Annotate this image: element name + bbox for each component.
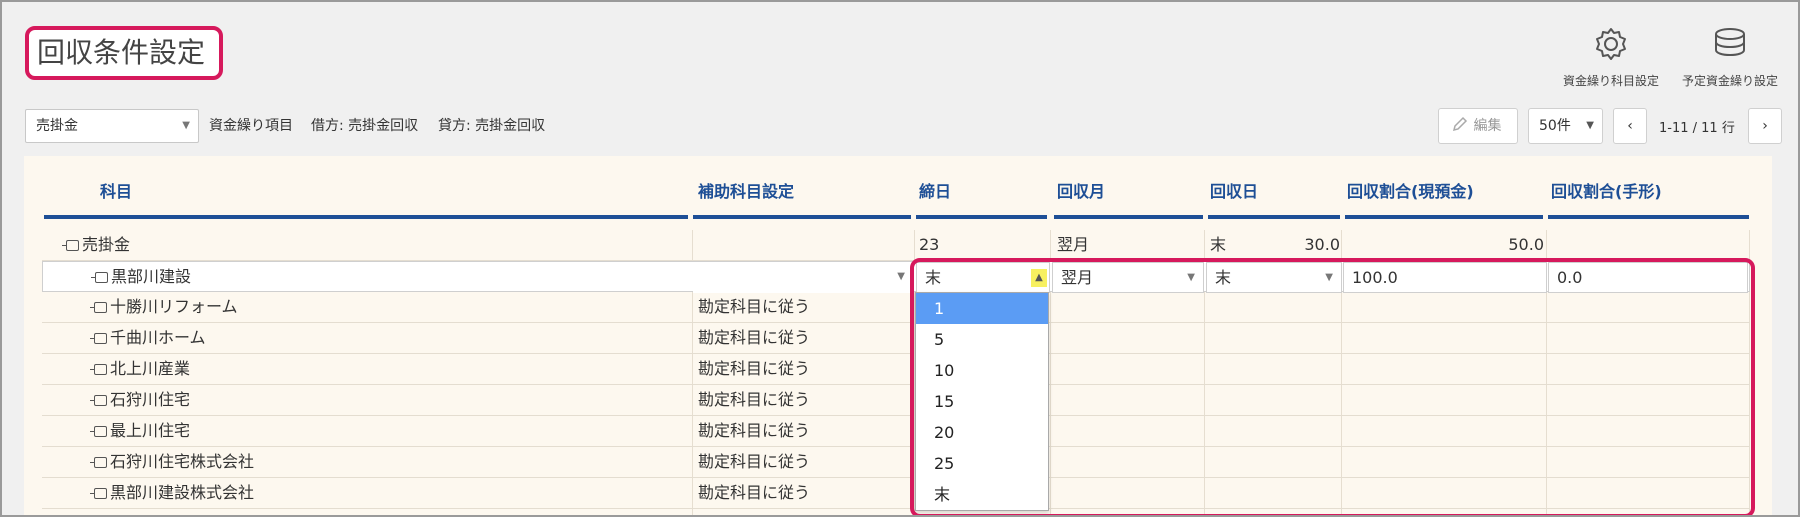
collection-month-select[interactable]: 翌月 ▼: [1052, 262, 1204, 293]
cf-item-settings-label: 資金繰り科目設定: [1562, 74, 1659, 88]
account-cell: 石狩川住宅: [90, 385, 190, 416]
sub-account-select[interactable]: ▼: [693, 262, 913, 293]
edit-button[interactable]: 編集: [1438, 108, 1518, 144]
app-window: 回収条件設定 資金繰り科目設定 予定資金繰り設定 売掛金 ▼ 資金繰り項目 借方…: [0, 0, 1800, 517]
account-select[interactable]: 売掛金 ▼: [25, 109, 199, 143]
tree-leaf-icon: [90, 488, 107, 499]
sub-account-cell: 勘定科目に従う: [698, 328, 811, 347]
col-header-sub-account[interactable]: 補助科目設定: [698, 178, 794, 202]
per-page-value: 50件: [1539, 118, 1571, 134]
table-row[interactable]: 北上川産業 勘定科目に従う: [42, 354, 1750, 385]
dropdown-option[interactable]: 1: [916, 293, 1048, 324]
page-title: 回収条件設定: [25, 26, 223, 80]
col-header-closing-day[interactable]: 締日: [919, 178, 951, 202]
planned-cf-settings-button[interactable]: 予定資金繰り設定: [1675, 26, 1785, 89]
tree-leaf-icon: [90, 302, 107, 313]
account-cell: 北上川産業: [90, 354, 190, 385]
prev-page-button[interactable]: ‹: [1613, 108, 1647, 144]
tree-node-icon: [62, 240, 79, 251]
sub-account-cell: 勘定科目に従う: [698, 452, 811, 471]
sub-account-cell: 勘定科目に従う: [698, 390, 811, 409]
col-header-account[interactable]: 科目: [100, 178, 132, 202]
tree-leaf-icon: [90, 457, 107, 468]
cash-ratio-cell: 30.0: [1304, 235, 1340, 254]
sub-account-cell: 勘定科目に従う: [698, 359, 811, 378]
table-row[interactable]: 千曲川ホーム 勘定科目に従う: [42, 323, 1750, 354]
edit-label: 編集: [1473, 118, 1502, 134]
chevron-down-icon: ▼: [182, 120, 190, 131]
header-underline: [1345, 215, 1543, 219]
table-row[interactable]: 十勝川リフォーム 勘定科目に従う: [42, 292, 1750, 323]
next-page-button[interactable]: ›: [1748, 108, 1782, 144]
account-cell: 黒部川建設株式会社: [90, 478, 254, 509]
dropdown-option[interactable]: 20: [916, 417, 1048, 448]
tree-leaf-icon: [90, 426, 107, 437]
sub-account-cell: 勘定科目に従う: [698, 483, 811, 502]
closing-day-select[interactable]: 末 ▲: [916, 262, 1050, 293]
account-select-value: 売掛金: [36, 118, 78, 134]
chevron-right-icon: ›: [1762, 118, 1768, 134]
table-row[interactable]: 石狩川住宅 勘定科目に従う: [42, 385, 1750, 416]
table-row[interactable]: 売掛金 23 翌月 末 30.0 50.0: [42, 230, 1750, 261]
table-row[interactable]: 石狩川住宅株式会社 勘定科目に従う: [42, 447, 1750, 478]
bill-ratio-input[interactable]: 0.0: [1548, 262, 1748, 293]
header-underline: [693, 215, 911, 219]
cf-item-settings-button[interactable]: 資金繰り科目設定: [1556, 26, 1666, 89]
debit-info: 借方: 売掛金回収: [311, 118, 419, 134]
account-cell: 黒部川建設: [91, 262, 191, 293]
chevron-left-icon: ‹: [1627, 118, 1633, 134]
header-underline: [1208, 215, 1340, 219]
dropdown-option[interactable]: 15: [916, 386, 1048, 417]
account-cell: 最上川住宅: [90, 416, 190, 447]
cf-item-label: 資金繰り項目: [209, 118, 293, 134]
header-underline: [1548, 215, 1749, 219]
dropdown-option[interactable]: 5: [916, 324, 1048, 355]
chevron-down-icon: ▼: [1586, 120, 1594, 131]
sub-account-cell: 勘定科目に従う: [698, 421, 811, 440]
table-row[interactable]: 黒部川建設株式会社 勘定科目に従う: [42, 478, 1750, 509]
account-cell: 千曲川ホーム: [90, 323, 206, 354]
tree-leaf-icon: [90, 364, 107, 375]
col-header-collection-day[interactable]: 回収日: [1210, 178, 1258, 202]
per-page-select[interactable]: 50件 ▼: [1528, 108, 1603, 144]
cash-ratio-input[interactable]: 100.0: [1343, 262, 1547, 293]
table-row[interactable]: 最上川住宅 勘定科目に従う: [42, 416, 1750, 447]
dropdown-option[interactable]: 10: [916, 355, 1048, 386]
bill-ratio-cell: 50.0: [1508, 235, 1544, 254]
dropdown-option[interactable]: 25: [916, 448, 1048, 479]
pencil-icon: [1452, 116, 1468, 132]
chevron-down-icon: ▼: [897, 271, 905, 282]
tree-leaf-icon: [91, 272, 108, 283]
planned-cf-settings-label: 予定資金繰り設定: [1681, 74, 1778, 88]
account-cell: 十勝川リフォーム: [90, 292, 238, 323]
closing-day-dropdown[interactable]: 1 5 10 15 20 25 末: [915, 292, 1049, 511]
tree-leaf-icon: [90, 333, 107, 344]
chevron-up-icon: ▲: [1031, 269, 1047, 287]
col-header-bill-ratio[interactable]: 回収割合(手形): [1551, 178, 1662, 202]
collection-day-cell: 末: [1210, 235, 1227, 254]
account-cell: 売掛金: [62, 230, 130, 261]
dropdown-option[interactable]: 末: [916, 479, 1048, 510]
chevron-down-icon: ▼: [1187, 272, 1195, 283]
collection-day-select[interactable]: 末 ▼: [1206, 262, 1342, 293]
chevron-down-icon: ▼: [1325, 272, 1333, 283]
header-underline: [916, 215, 1047, 219]
col-header-cash-ratio[interactable]: 回収割合(現預金): [1347, 178, 1474, 202]
closing-day-cell: 23: [919, 235, 940, 254]
tree-leaf-icon: [90, 395, 107, 406]
header-underline: [44, 215, 688, 219]
header-underline: [1054, 215, 1203, 219]
account-cell: 石狩川住宅株式会社: [90, 447, 254, 478]
col-header-collection-month[interactable]: 回収月: [1057, 178, 1105, 202]
editing-row[interactable]: 黒部川建設 ▼ 末 ▲ 翌月 ▼ 末 ▼ 100.0 0.0: [42, 261, 1750, 293]
sub-account-cell: 勘定科目に従う: [698, 297, 811, 316]
pagination-info: 1-11 / 11 行: [1659, 121, 1735, 136]
gear-icon: [1596, 28, 1626, 60]
collection-month-cell: 翌月: [1057, 235, 1090, 254]
credit-info: 貸方: 売掛金回収: [438, 118, 546, 134]
coins-icon: [1715, 28, 1745, 57]
